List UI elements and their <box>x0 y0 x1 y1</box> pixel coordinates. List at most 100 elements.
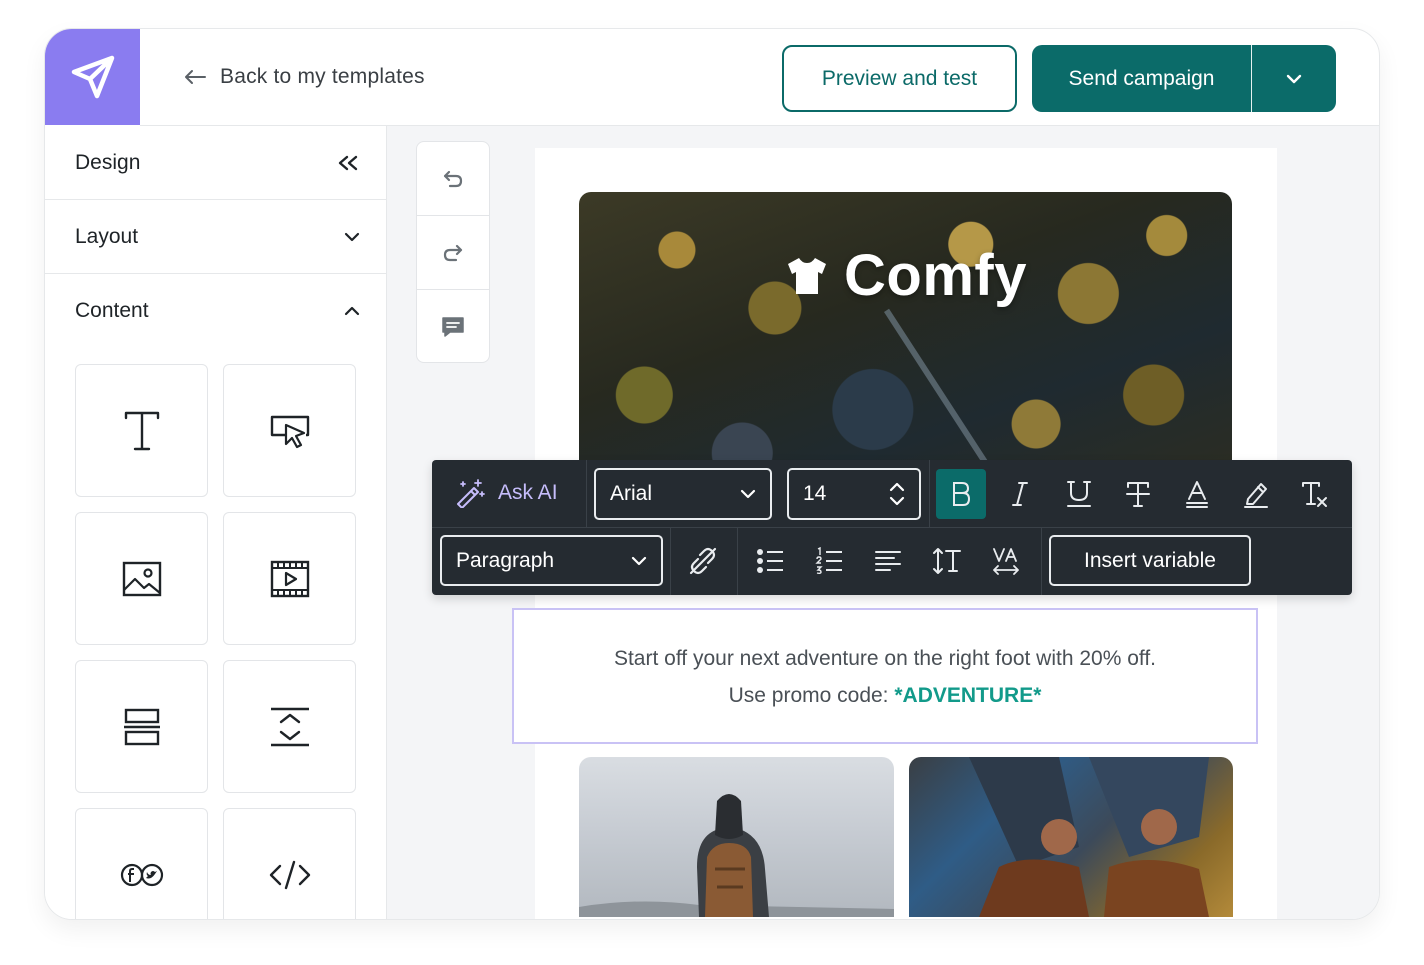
code-icon <box>269 860 310 889</box>
toolbar-divider <box>670 528 671 595</box>
promo-prefix: Use promo code: <box>728 684 895 707</box>
send-label: Send campaign <box>1068 66 1215 90</box>
italic-button[interactable] <box>995 469 1045 519</box>
toolbar-row-2: Paragraph Insert variable <box>432 528 1352 595</box>
bullet-list-button[interactable] <box>745 536 795 586</box>
content-block-image[interactable] <box>75 512 208 645</box>
sidebar-section-label: Content <box>75 299 149 322</box>
preview-label: Preview and test <box>821 66 978 90</box>
underline-button[interactable] <box>1054 469 1104 519</box>
sidebar-section-design[interactable]: Design <box>45 126 386 200</box>
brand-name: Comfy <box>844 243 1027 308</box>
image-block-icon <box>122 561 161 596</box>
text-color-icon <box>1186 481 1208 508</box>
promo-code: *ADVENTURE* <box>894 684 1042 707</box>
toolbar-row-1: Ask AI Arial 14 <box>432 460 1352 528</box>
italic-icon <box>1012 482 1028 506</box>
spacer-block-icon <box>270 707 309 746</box>
highlight-button[interactable] <box>1231 469 1281 519</box>
hiker-photo[interactable] <box>579 757 894 917</box>
line-height-icon <box>933 548 961 574</box>
bold-button[interactable] <box>936 469 986 519</box>
clear-format-button[interactable] <box>1290 469 1340 519</box>
text-format-toolbar: Ask AI Arial 14 Paragraph Insert variabl… <box>432 460 1352 595</box>
strikethrough-button[interactable] <box>1113 469 1163 519</box>
block-type-value: Paragraph <box>456 548 555 572</box>
sidebar-section-label: Design <box>75 150 141 174</box>
sidebar-section-layout[interactable]: Layout <box>45 200 386 274</box>
ask-ai-label: Ask AI <box>498 481 558 504</box>
undo-button[interactable] <box>417 142 489 216</box>
toolbar-divider <box>737 528 738 595</box>
body-line-2: Use promo code: *ADVENTURE* <box>514 677 1256 714</box>
chevron-down-icon <box>631 556 647 565</box>
sidebar: Design Layout Content <box>45 126 387 919</box>
content-block-html[interactable] <box>223 808 356 919</box>
body-line-1: Start off your next adventure on the rig… <box>613 647 1157 670</box>
boots-illustration <box>969 757 1209 917</box>
send-campaign-button[interactable]: Send campaign <box>1032 45 1252 112</box>
unlink-button[interactable] <box>678 536 728 586</box>
comment-button[interactable] <box>417 290 489 364</box>
insert-variable-button[interactable]: Insert variable <box>1049 535 1251 586</box>
back-to-templates-link[interactable]: Back to my templates <box>184 65 425 89</box>
numbered-list-button[interactable] <box>804 536 854 586</box>
bullet-list-icon <box>757 549 783 573</box>
ask-ai-button[interactable]: Ask AI <box>454 478 558 508</box>
clear-format-icon <box>1302 482 1327 507</box>
laces-photo[interactable] <box>909 757 1233 917</box>
preview-and-test-button[interactable]: Preview and test <box>782 45 1017 112</box>
content-block-button[interactable] <box>223 364 356 497</box>
redo-button[interactable] <box>417 216 489 290</box>
text-color-button[interactable] <box>1172 469 1222 519</box>
letter-spacing-button[interactable] <box>981 536 1031 586</box>
selected-text-block[interactable]: Start off your next adventure on the rig… <box>512 608 1258 744</box>
hiker-silhouette <box>579 794 894 917</box>
content-block-video[interactable] <box>223 512 356 645</box>
block-type-select[interactable]: Paragraph <box>440 535 663 586</box>
unlink-icon <box>689 547 717 575</box>
top-header: Back to my templates Preview and test Se… <box>140 29 1379 126</box>
double-chevron-left-icon[interactable] <box>336 155 360 171</box>
strikethrough-icon <box>1126 482 1150 507</box>
divider-block-icon <box>123 708 160 745</box>
bold-icon <box>953 482 971 506</box>
social-block-icon <box>120 863 163 886</box>
send-campaign-button-group: Send campaign <box>1032 45 1336 112</box>
content-block-spacer[interactable] <box>223 660 356 793</box>
align-left-icon <box>875 551 901 571</box>
toolbar-divider <box>929 460 930 528</box>
font-family-select[interactable]: Arial <box>594 468 772 520</box>
hero-bridge-decoration <box>884 308 1009 482</box>
content-block-divider[interactable] <box>75 660 208 793</box>
button-block-icon <box>270 415 309 448</box>
chevron-down-icon <box>1286 74 1302 83</box>
font-size-value: 14 <box>803 482 827 505</box>
magic-wand-icon <box>457 479 485 508</box>
video-block-icon <box>270 560 309 597</box>
redo-icon <box>443 244 463 261</box>
toolbar-divider <box>1041 528 1042 595</box>
chevron-down-icon <box>740 489 756 499</box>
chevron-up-icon <box>344 306 360 316</box>
content-block-text[interactable] <box>75 364 208 497</box>
letter-spacing-icon <box>993 548 1019 575</box>
undo-icon <box>443 170 463 187</box>
toolbar-divider <box>586 460 587 528</box>
hero-image[interactable]: Comfy <box>579 192 1232 482</box>
send-options-dropdown[interactable] <box>1252 45 1336 112</box>
text-block-icon <box>124 411 159 450</box>
font-size-stepper[interactable]: 14 <box>787 468 921 520</box>
comment-icon <box>442 317 464 337</box>
align-left-button[interactable] <box>863 536 913 586</box>
insert-variable-label: Insert variable <box>1084 548 1216 572</box>
brand-header: Comfy <box>579 242 1232 309</box>
paper-plane-icon <box>71 55 114 99</box>
app-logo[interactable] <box>45 29 140 125</box>
font-family-value: Arial <box>610 482 653 505</box>
content-block-social[interactable] <box>75 808 208 919</box>
up-down-arrows-icon <box>889 482 905 506</box>
underline-icon <box>1067 481 1091 507</box>
sidebar-section-content[interactable]: Content <box>45 274 386 348</box>
line-height-button[interactable] <box>922 536 972 586</box>
